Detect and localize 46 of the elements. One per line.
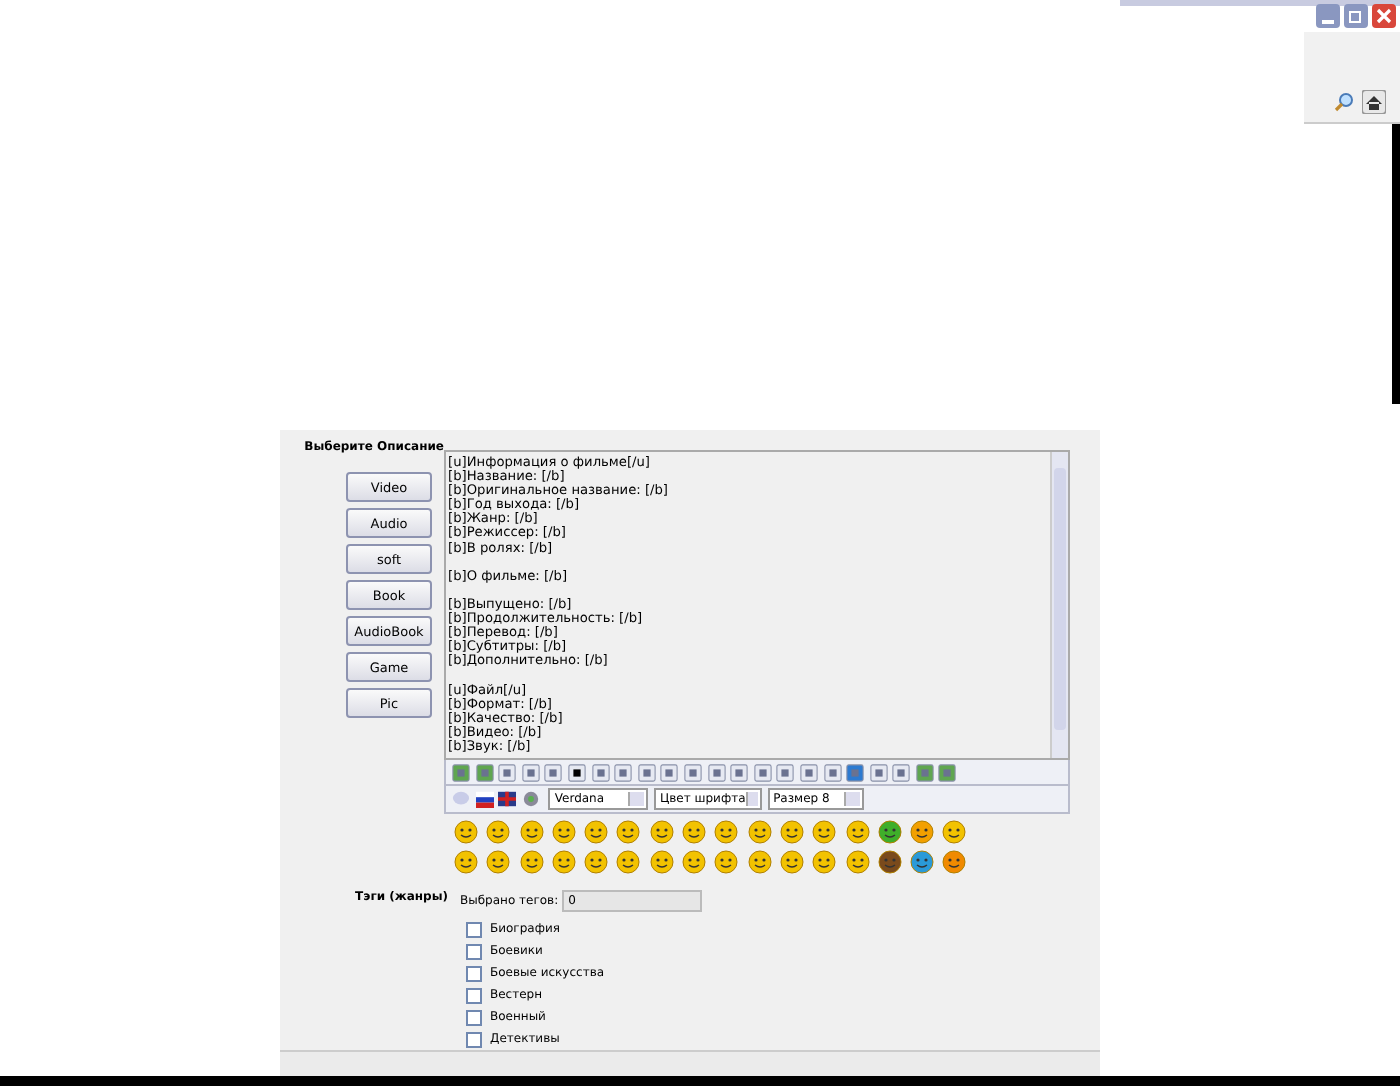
- smiley-icon[interactable]: [779, 820, 804, 844]
- smiley-icon[interactable]: [486, 850, 511, 874]
- smiley-icon[interactable]: [486, 820, 511, 844]
- smiley-icon[interactable]: [551, 820, 576, 844]
- smiley-icon[interactable]: [877, 850, 902, 874]
- smiley-icon[interactable]: [747, 850, 772, 874]
- smiley-icon[interactable]: [454, 850, 478, 874]
- checkbox[interactable]: [466, 943, 482, 959]
- smiley-icon[interactable]: [942, 850, 967, 874]
- restore-icon[interactable]: [1344, 4, 1368, 28]
- smiley-icon[interactable]: [584, 820, 609, 844]
- checkbox[interactable]: [466, 921, 482, 937]
- flag-icon[interactable]: [498, 790, 517, 808]
- smiley-icon[interactable]: [845, 850, 870, 874]
- checkbox[interactable]: [466, 1009, 482, 1025]
- smiley-icon[interactable]: [682, 820, 707, 844]
- close-icon[interactable]: [1372, 4, 1396, 28]
- home-icon[interactable]: [1362, 90, 1386, 114]
- smiley-icon[interactable]: [519, 820, 544, 844]
- checkbox[interactable]: [466, 1031, 482, 1047]
- smiley-icon[interactable]: [910, 850, 935, 874]
- checkbox[interactable]: [466, 987, 482, 1003]
- flag-icon[interactable]: [475, 790, 494, 808]
- minimize-icon[interactable]: [1316, 4, 1340, 28]
- smiley-icon[interactable]: [714, 820, 739, 844]
- smiley-icon[interactable]: [649, 850, 674, 874]
- search-icon[interactable]: [1334, 92, 1354, 112]
- smiley-icon[interactable]: [779, 850, 804, 874]
- smiley-icon[interactable]: [649, 820, 674, 844]
- smiley-icon[interactable]: [747, 820, 772, 844]
- smiley-icon[interactable]: [910, 820, 935, 844]
- smiley-icon[interactable]: [454, 820, 478, 844]
- smiley-icon[interactable]: [616, 850, 641, 874]
- smiley-icon[interactable]: [616, 820, 641, 844]
- toolbar-background: [1304, 32, 1400, 124]
- smiley-icon[interactable]: [845, 820, 870, 844]
- smiley-icon[interactable]: [812, 850, 837, 874]
- smiley-icon[interactable]: [714, 850, 739, 874]
- smiley-icon[interactable]: [942, 820, 967, 844]
- smiley-icon[interactable]: [551, 850, 576, 874]
- smiley-icon[interactable]: [584, 850, 609, 874]
- smiley-icon[interactable]: [682, 850, 707, 874]
- smiley-icon[interactable]: [812, 820, 837, 844]
- smiley-icon[interactable]: [877, 820, 902, 844]
- smiley-icon[interactable]: [519, 850, 544, 874]
- checkbox[interactable]: [466, 965, 482, 981]
